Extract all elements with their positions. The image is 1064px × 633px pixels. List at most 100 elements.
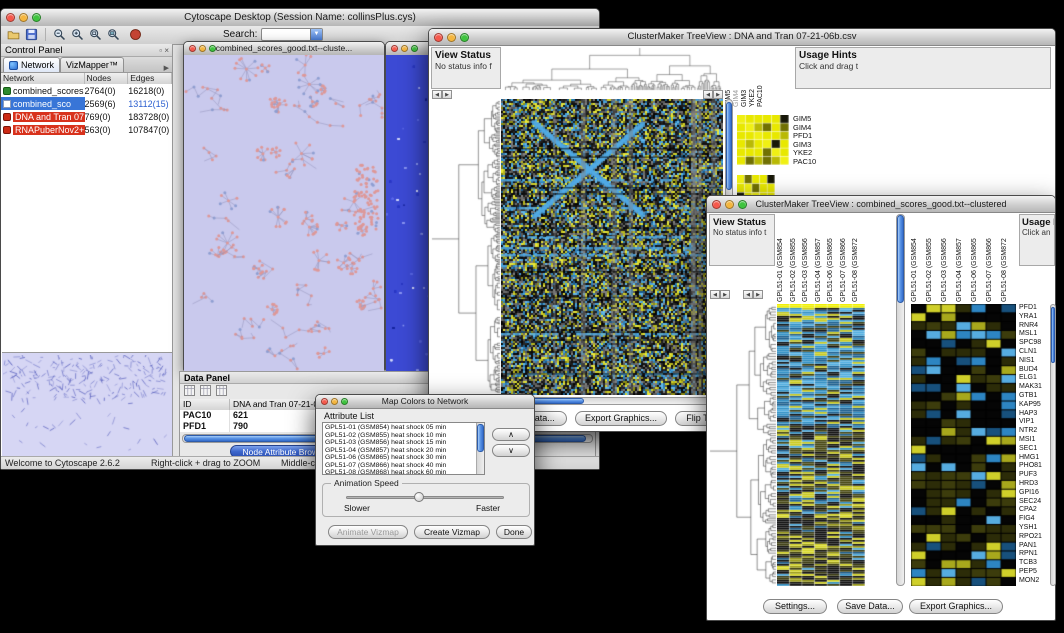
- minimize-button[interactable]: [725, 200, 734, 209]
- gene-label[interactable]: NIS1: [1019, 357, 1049, 366]
- network-overview-thumbnail[interactable]: [2, 352, 172, 457]
- gene-label[interactable]: PHO81: [1019, 462, 1049, 471]
- tab-network[interactable]: Network: [3, 57, 60, 72]
- table-row-selected[interactable]: combined_sco 2569(6) 13112(15): [1, 97, 172, 110]
- gene-label[interactable]: SEC24: [1019, 498, 1049, 507]
- gene-label[interactable]: CLN1: [1019, 348, 1049, 357]
- network-view-titlebar[interactable]: combined_scores_good.txt--cluste...: [184, 42, 384, 56]
- scroll-left-icon[interactable]: ◀: [432, 90, 442, 99]
- red-circle-icon[interactable]: [129, 28, 142, 41]
- scroll-right-icon[interactable]: ▶: [753, 290, 763, 299]
- attribute-item[interactable]: GPL51-04 (GSM857) heat shock 20 min: [323, 447, 476, 455]
- minimize-button[interactable]: [199, 45, 206, 52]
- heatmap-canvas[interactable]: [501, 99, 723, 395]
- gene-label[interactable]: PFD1: [793, 132, 833, 141]
- global-heatmap-canvas[interactable]: [777, 304, 865, 586]
- zoom-selected-icon[interactable]: [89, 28, 102, 41]
- zoom-window-button[interactable]: [341, 398, 348, 405]
- zoom-window-button[interactable]: [32, 13, 41, 22]
- table-row[interactable]: DNA and Tran 07 769(0) 183728(0): [1, 110, 172, 123]
- attribute-item[interactable]: GPL51-02 (GSM855) heat shock 10 min: [323, 432, 476, 440]
- gene-label[interactable]: MSI1: [1019, 436, 1049, 445]
- table-row[interactable]: combined_scores 2764(0) 16218(0): [1, 84, 172, 97]
- gene-label[interactable]: HMG1: [1019, 454, 1049, 463]
- animate-vizmap-button[interactable]: Animate Vizmap: [328, 525, 408, 539]
- network-graph-canvas[interactable]: [184, 55, 384, 371]
- close-panel-icon[interactable]: ×: [164, 46, 169, 55]
- scrollbar-thumb[interactable]: [726, 102, 732, 190]
- done-button[interactable]: Done: [496, 525, 532, 539]
- zoom-heatmap-canvas[interactable]: [911, 304, 1016, 586]
- close-button[interactable]: [712, 200, 721, 209]
- gene-label[interactable]: FIG4: [1019, 515, 1049, 524]
- minimize-button[interactable]: [401, 45, 408, 52]
- zoom-in-icon[interactable]: [71, 28, 84, 41]
- zoom-fit-icon[interactable]: [107, 28, 120, 41]
- gene-label[interactable]: GIM3: [793, 141, 833, 150]
- gene-label[interactable]: RNR4: [1019, 322, 1049, 331]
- create-vizmap-button[interactable]: Create Vizmap: [414, 525, 490, 539]
- gene-label[interactable]: MON2: [1019, 577, 1049, 586]
- float-panel-icon[interactable]: ▫: [159, 46, 162, 55]
- gene-label[interactable]: HRD3: [1019, 480, 1049, 489]
- gene-label[interactable]: RPN1: [1019, 550, 1049, 559]
- close-button[interactable]: [434, 33, 443, 42]
- zoom-window-button[interactable]: [738, 200, 747, 209]
- attribute-delete-icon[interactable]: [216, 385, 227, 396]
- tab-overflow-icon[interactable]: ▶: [164, 64, 169, 72]
- speed-slider-track[interactable]: [346, 496, 504, 499]
- gene-label[interactable]: MAK31: [1019, 383, 1049, 392]
- gene-label[interactable]: YSH1: [1019, 524, 1049, 533]
- gene-label[interactable]: MSL1: [1019, 330, 1049, 339]
- column-header[interactable]: Edges: [128, 73, 172, 84]
- scrollbar-thumb[interactable]: [477, 424, 484, 452]
- gene-label[interactable]: YRA1: [1019, 313, 1049, 322]
- settings-button[interactable]: Settings...: [763, 599, 827, 614]
- table-row[interactable]: RNAPuberNov2+ 563(0) 107847(0): [1, 123, 172, 136]
- vertical-scrollbar[interactable]: [1050, 304, 1056, 586]
- vertical-scrollbar[interactable]: [896, 214, 905, 586]
- gene-label[interactable]: GIM4: [793, 124, 833, 133]
- zoom-window-button[interactable]: [460, 33, 469, 42]
- gene-label[interactable]: PAN1: [1019, 542, 1049, 551]
- column-dendrogram-canvas[interactable]: [501, 47, 723, 91]
- gene-label[interactable]: GPI16: [1019, 489, 1049, 498]
- gene-label[interactable]: BUD4: [1019, 366, 1049, 375]
- main-window-titlebar[interactable]: Cytoscape Desktop (Session Name: collins…: [1, 9, 599, 27]
- minimize-button[interactable]: [331, 398, 338, 405]
- gene-label[interactable]: TCB3: [1019, 559, 1049, 568]
- scroll-right-icon[interactable]: ▶: [720, 290, 730, 299]
- minimize-button[interactable]: [447, 33, 456, 42]
- zoom-window-button[interactable]: [411, 45, 418, 52]
- zoom-out-icon[interactable]: [53, 28, 66, 41]
- gene-label[interactable]: YKE2: [793, 149, 833, 158]
- vertical-scrollbar[interactable]: [476, 423, 484, 474]
- dropdown-icon[interactable]: ▼: [310, 29, 322, 40]
- row-dendrogram-canvas[interactable]: [431, 99, 501, 395]
- gene-label[interactable]: GIM5: [793, 115, 833, 124]
- save-data-button[interactable]: Save Data...: [837, 599, 903, 614]
- attribute-item[interactable]: GPL51-01 (GSM854) heat shock 05 min: [323, 424, 476, 432]
- gene-label[interactable]: CPA2: [1019, 506, 1049, 515]
- speed-slider-thumb[interactable]: [414, 492, 424, 502]
- column-header[interactable]: ID: [180, 399, 230, 410]
- attribute-create-icon[interactable]: [200, 385, 211, 396]
- gene-label[interactable]: RPO21: [1019, 533, 1049, 542]
- zoom-window-button[interactable]: [209, 45, 216, 52]
- export-graphics-button[interactable]: Export Graphics...: [909, 599, 1003, 614]
- gene-label[interactable]: PUF3: [1019, 471, 1049, 480]
- attribute-item[interactable]: GPL51-07 (GSM866) heat shock 40 min: [323, 462, 476, 470]
- treeview-combined-titlebar[interactable]: ClusterMaker TreeView : combined_scores_…: [707, 196, 1055, 213]
- close-button[interactable]: [6, 13, 15, 22]
- gene-label[interactable]: NTR2: [1019, 427, 1049, 436]
- row-dendrogram-canvas[interactable]: [709, 304, 777, 586]
- scroll-left-icon[interactable]: ◀: [703, 90, 713, 99]
- close-button[interactable]: [321, 398, 328, 405]
- column-header[interactable]: Network: [1, 73, 85, 84]
- attribute-select-icon[interactable]: [184, 385, 195, 396]
- move-up-button[interactable]: ∧: [492, 428, 530, 441]
- scrollbar-thumb[interactable]: [1051, 307, 1055, 363]
- scroll-left-icon[interactable]: ◀: [743, 290, 753, 299]
- attribute-item[interactable]: GPL51-03 (GSM856) heat shock 15 min: [323, 439, 476, 447]
- attribute-item[interactable]: GPL51-08 (GSM868) heat shock 60 min: [323, 469, 476, 475]
